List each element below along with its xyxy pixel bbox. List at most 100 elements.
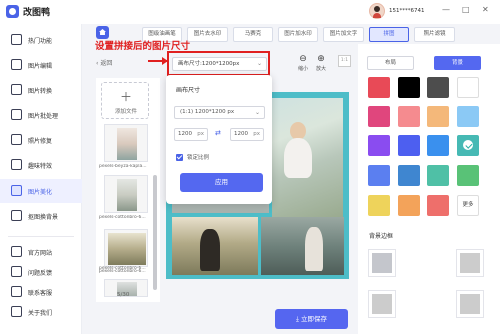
close-icon[interactable]: ✕	[482, 5, 489, 14]
color-swatch[interactable]	[457, 135, 479, 156]
sidebar-item-cutout[interactable]: 抠图换背景	[0, 204, 82, 228]
tab-layout[interactable]: 布局	[367, 56, 414, 70]
color-swatch[interactable]	[457, 106, 479, 127]
color-swatch[interactable]	[427, 77, 449, 98]
collage-cell[interactable]	[272, 98, 343, 220]
zoom-out-button[interactable]: ⊖ 缩小	[294, 54, 312, 72]
height-input[interactable]: 1200 px	[230, 128, 264, 141]
highlight-box	[167, 51, 270, 76]
color-swatch[interactable]	[398, 135, 420, 156]
sidebar-item-label: 关于我们	[28, 310, 53, 317]
frame-preview	[372, 253, 392, 273]
color-swatch[interactable]	[398, 77, 420, 98]
color-swatch[interactable]	[457, 165, 479, 186]
sidebar-item-repair[interactable]: 照片修复	[0, 128, 82, 152]
color-swatch[interactable]	[368, 77, 390, 98]
repair-icon	[11, 134, 22, 145]
tab-background[interactable]: 背景	[434, 56, 481, 70]
sidebar-item-label: 趣味特效	[28, 163, 53, 170]
sidebar-item-about[interactable]: 关于我们	[0, 300, 82, 324]
globe-icon	[11, 246, 22, 257]
file-thumbnail[interactable]	[104, 229, 148, 267]
color-swatch[interactable]	[427, 195, 449, 216]
ratio-select[interactable]: (1:1) 1200*1200 px ⌄	[174, 106, 265, 119]
color-swatch[interactable]	[457, 77, 479, 98]
annotation-text: 设置拼接后的图片尺寸	[95, 41, 191, 52]
ratio-button[interactable]: 1:1	[338, 55, 351, 67]
zoom-in-button[interactable]: ⊕ 放大	[312, 54, 330, 72]
sidebar-item-hot[interactable]: 热门功能	[0, 28, 82, 52]
tab-add-text[interactable]: 图片加文字	[323, 27, 364, 42]
save-label: 立即保存	[300, 315, 327, 323]
color-swatch[interactable]	[398, 195, 420, 216]
save-now-button[interactable]: ⤓ 立即保存	[275, 309, 348, 329]
frame-preview	[460, 294, 480, 314]
sidebar-item-beautify[interactable]: 图片美化	[0, 179, 82, 203]
collage-cell[interactable]	[261, 217, 344, 275]
zoom-out-icon: ⊖	[299, 54, 307, 64]
back-button[interactable]: ‹ 返回	[96, 58, 112, 67]
maximize-icon[interactable]: □	[462, 5, 470, 14]
sidebar-item-effects[interactable]: 趣味特效	[0, 153, 82, 177]
sidebar-item-batch[interactable]: 图片批处理	[0, 103, 82, 127]
file-thumbnail[interactable]	[104, 175, 148, 213]
border-frame-option[interactable]	[368, 249, 396, 277]
unit-label: px	[197, 131, 204, 137]
border-frame-option[interactable]	[456, 290, 484, 318]
user-phone[interactable]: 151****6741	[389, 8, 425, 14]
zoom-out-label: 缩小	[297, 66, 308, 72]
title-bar: 改图鸭 151****6741 — □ ✕	[0, 0, 500, 24]
color-swatch[interactable]	[427, 165, 449, 186]
border-frame-option[interactable]	[368, 290, 396, 318]
color-swatch[interactable]	[368, 106, 390, 127]
width-input[interactable]: 1200 px	[174, 128, 208, 141]
convert-icon	[11, 84, 22, 95]
border-section-title: 背景边框	[369, 233, 394, 240]
plus-icon: ＋	[120, 90, 133, 104]
tab-mosaic[interactable]: 马赛克	[233, 27, 273, 42]
add-file-label: 添加文件	[114, 109, 137, 115]
color-swatch[interactable]	[398, 106, 420, 127]
tab-remove-watermark[interactable]: 图片去水印	[187, 27, 228, 42]
canvas-size-popup: 画布尺寸 (1:1) 1200*1200 px ⌄ 1200 px ⇄ 1200…	[166, 75, 272, 204]
sidebar-item-label: 问题反馈	[28, 270, 53, 277]
sidebar-item-convert[interactable]: 图片转换	[0, 78, 82, 102]
annotation-arrow-head	[162, 57, 168, 65]
add-file-button[interactable]: ＋ 添加文件	[101, 82, 149, 119]
file-thumbnail[interactable]	[104, 124, 148, 162]
lock-ratio-checkbox[interactable]: 锁定比例	[176, 153, 209, 161]
sidebar: 热门功能 图片编辑 图片转换 图片批处理 照片修复 趣味特效 图片美化 抠图换背…	[0, 24, 82, 334]
color-swatch[interactable]	[368, 135, 390, 156]
swap-icon[interactable]: ⇄	[215, 129, 221, 137]
color-swatch[interactable]	[368, 165, 390, 186]
tab-add-watermark[interactable]: 图片加水印	[278, 27, 318, 42]
user-avatar[interactable]	[369, 3, 385, 19]
tab-collage[interactable]: 拼图	[369, 27, 409, 42]
collage-cell[interactable]	[172, 217, 258, 275]
minimize-icon[interactable]: —	[442, 5, 450, 14]
headset-icon	[11, 286, 22, 297]
apply-button[interactable]: 应用	[180, 173, 263, 192]
sidebar-item-label: 图片编辑	[28, 63, 53, 70]
sidebar-item-label: 图片转换	[28, 88, 53, 95]
sidebar-item-label: 图片批处理	[28, 113, 59, 120]
sidebar-item-edit[interactable]: 图片编辑	[0, 53, 82, 77]
batch-icon	[11, 109, 22, 120]
settings-panel: 布局 背景 更多	[358, 44, 500, 334]
color-swatch[interactable]	[427, 106, 449, 127]
color-swatch[interactable]	[368, 195, 390, 216]
sidebar-item-label: 联系客服	[28, 290, 53, 297]
file-list-scrollbar[interactable]	[153, 175, 157, 290]
ratio-select-value: (1:1) 1200*1200 px	[180, 109, 235, 115]
sidebar-item-label: 抠图换背景	[28, 214, 59, 221]
height-value: 1200	[234, 131, 248, 137]
frame-preview	[372, 294, 392, 314]
zoom-in-label: 放大	[315, 66, 326, 72]
checkbox-checked-icon	[176, 153, 183, 161]
border-frame-option[interactable]	[456, 249, 484, 277]
color-swatch[interactable]	[427, 135, 449, 156]
tab-filter[interactable]: 照片滤镜	[414, 27, 455, 42]
color-swatch[interactable]	[398, 165, 420, 186]
more-colors-button[interactable]: 更多	[457, 195, 479, 216]
app-title: 改图鸭	[23, 8, 51, 18]
